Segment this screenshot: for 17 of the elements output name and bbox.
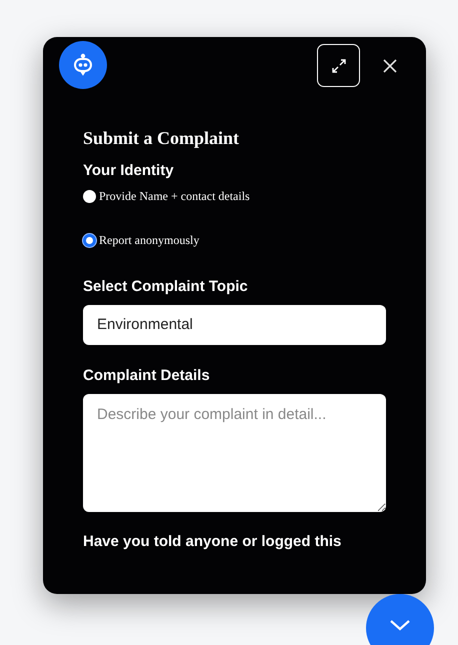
expand-icon xyxy=(330,56,348,74)
close-icon xyxy=(382,58,398,74)
form-title: Submit a Complaint xyxy=(83,127,240,149)
radio-option[interactable]: Report anonymously xyxy=(83,231,386,249)
identity-label: Your Identity xyxy=(83,161,175,181)
radio-option[interactable]: Provide Name + contact details xyxy=(83,187,386,205)
radio-icon[interactable] xyxy=(83,190,96,202)
expand-button[interactable] xyxy=(317,44,360,87)
bot-icon xyxy=(59,41,107,89)
details-field[interactable]: Describe your complaint in detail... xyxy=(83,394,386,512)
radio-icon[interactable] xyxy=(83,234,96,246)
topic-label: Select Complaint Topic xyxy=(83,277,249,297)
topic-select[interactable]: Environmental xyxy=(83,305,386,345)
chevron-down-icon xyxy=(389,618,411,632)
collapse-button[interactable] xyxy=(366,594,434,645)
question-label: Have you told anyone or logged this xyxy=(83,532,342,552)
details-label: Complaint Details xyxy=(83,366,211,386)
